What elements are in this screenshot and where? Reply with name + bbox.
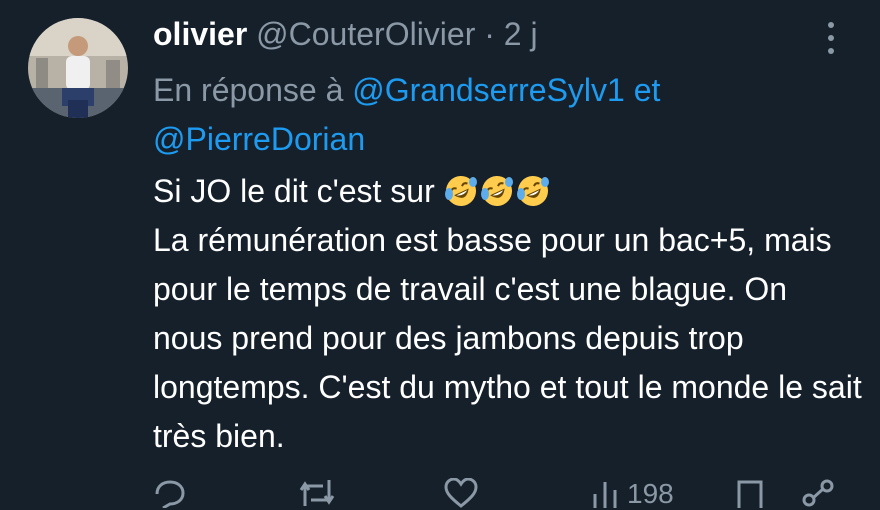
reply-icon[interactable] <box>153 478 187 508</box>
views-button[interactable]: 198 <box>591 478 674 509</box>
reply-context: En réponse à @GrandserreSylv1 et @Pierre… <box>153 66 853 164</box>
separator: · <box>484 16 495 52</box>
mention-link[interactable]: @PierreDorian <box>153 121 365 157</box>
laughing-emoji-icon <box>516 176 549 206</box>
tweet-text-first-line: Si JO le dit c'est sur <box>153 173 435 209</box>
mention-link[interactable]: @GrandserreSylv1 <box>352 72 625 108</box>
laughing-emoji-icon <box>480 176 513 206</box>
tweet-text: Si JO le dit c'est sur La rémunération e… <box>153 167 863 461</box>
reply-prefix: En réponse à <box>153 72 344 108</box>
avatar[interactable] <box>28 18 128 118</box>
emoji-group <box>444 173 552 209</box>
reply-conjunction[interactable]: et <box>634 72 661 108</box>
tweet-header: olivier @CouterOlivier · 2 j <box>153 12 538 56</box>
laughing-emoji-icon <box>444 176 477 206</box>
display-name[interactable]: olivier <box>153 16 247 52</box>
more-options-icon[interactable] <box>818 18 844 58</box>
tweet-text-body: La rémunération est basse pour un bac+5,… <box>153 222 862 454</box>
timestamp[interactable]: 2 j <box>504 16 538 52</box>
tweet-actions: 198 <box>153 478 853 509</box>
bookmark-icon[interactable] <box>735 478 765 508</box>
views-icon <box>593 482 617 508</box>
user-handle[interactable]: @CouterOlivier <box>256 16 475 52</box>
retweet-icon[interactable] <box>297 478 337 508</box>
like-icon[interactable] <box>443 478 479 508</box>
share-icon[interactable] <box>801 478 835 508</box>
views-count: 198 <box>627 478 674 509</box>
avatar-image <box>28 18 128 118</box>
